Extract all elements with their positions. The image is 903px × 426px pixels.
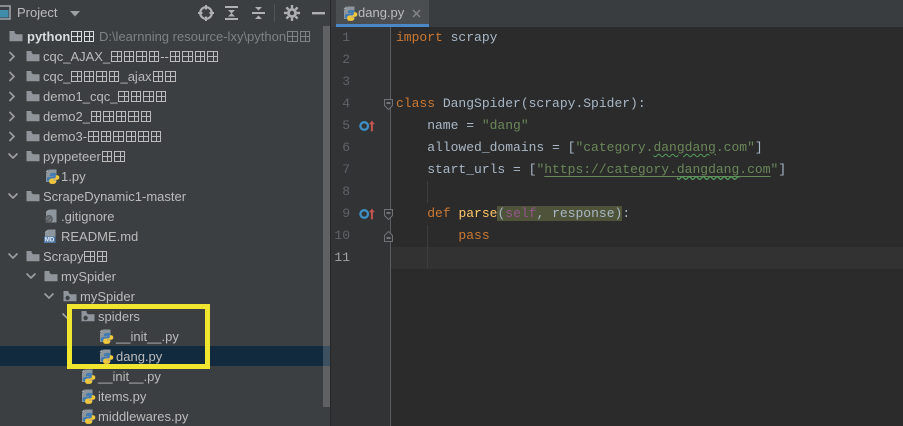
svg-text:MD: MD	[45, 238, 55, 244]
